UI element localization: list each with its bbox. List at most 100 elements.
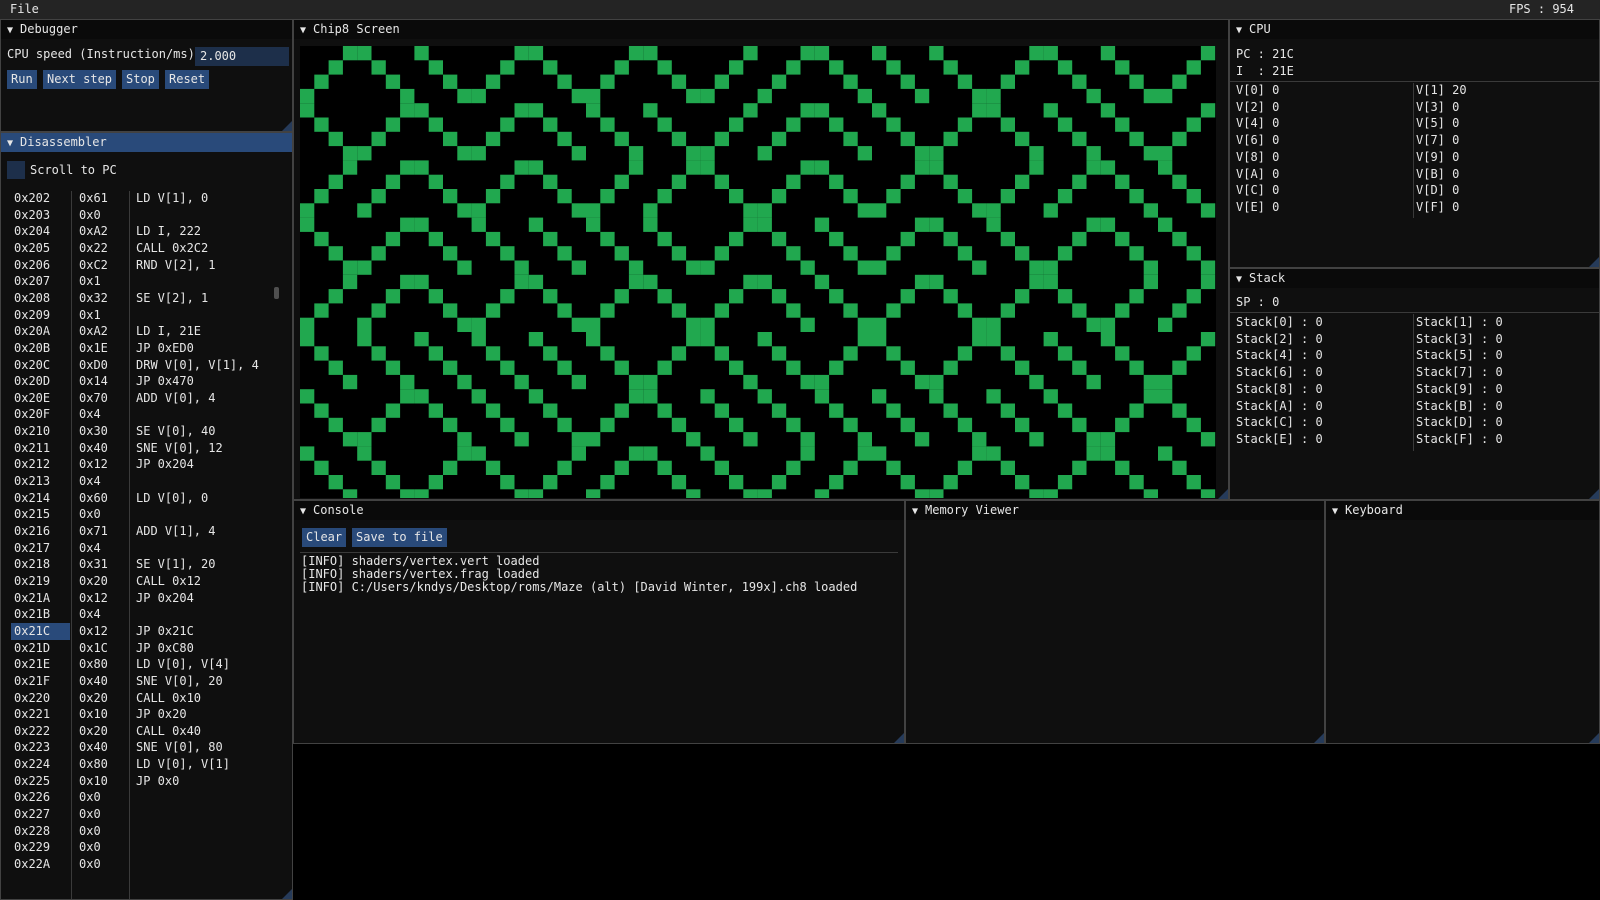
disassembly-row[interactable]: 0x208 0x32 SE V[2], 1 [1,290,291,307]
screen-pixel [914,489,930,498]
resize-grip[interactable] [1589,733,1599,743]
disassembly-row[interactable]: 0x209 0x1 [1,307,291,324]
cpu-speed-input[interactable]: 2.000 [195,47,289,66]
disassembly-row[interactable]: 0x222 0x20 CALL 0x40 [1,723,291,740]
disassembly-row[interactable]: 0x207 0x1 [1,273,291,290]
collapse-arrow-icon[interactable]: ▼ [1236,270,1249,289]
screen-pixel [857,88,872,104]
reset-button[interactable]: Reset [165,70,210,89]
screen-pixel [1029,432,1044,447]
collapse-arrow-icon[interactable]: ▼ [912,502,925,521]
collapse-arrow-icon[interactable]: ▼ [7,134,20,153]
run-button[interactable]: Run [7,70,37,89]
screen-pixel [686,489,701,498]
disassembly-row[interactable]: 0x22A 0x0 [1,856,291,873]
screen-pixel [614,360,629,375]
disassembly-row[interactable]: 0x212 0x12 JP 0x204 [1,456,291,473]
disassembly-row[interactable]: 0x206 0xC2 RND V[2], 1 [1,257,291,274]
disassembly-row[interactable]: 0x215 0x0 [1,506,291,523]
disassembly-row[interactable]: 0x216 0x71 ADD V[1], 4 [1,523,291,540]
save-to-file-button[interactable]: Save to file [352,528,447,547]
disassembly-row[interactable]: 0x20F 0x4 [1,406,291,423]
scrollbar-thumb[interactable] [274,287,279,299]
screen-pixel [500,360,515,375]
disassembly-list[interactable]: 0x202 0x61 LD V[1], 0 0x203 0x0 0x204 0xA2 LD I… [1,191,291,899]
disassembly-row[interactable]: 0x20D 0x14 JP 0x470 [1,373,291,390]
disassembly-row[interactable]: 0x203 0x0 [1,207,291,224]
file-menu[interactable]: File [10,2,39,16]
resize-grip[interactable] [1589,257,1599,267]
debugger-titlebar[interactable]: ▼ Debugger [1,20,292,39]
disassembly-row[interactable]: 0x210 0x30 SE V[0], 40 [1,423,291,440]
disassembly-row[interactable]: 0x218 0x31 SE V[1], 20 [1,556,291,573]
disassembly-row[interactable]: 0x21D 0x1C JP 0xC80 [1,640,291,657]
screen-pixel [1015,289,1030,304]
disassembly-row[interactable]: 0x227 0x0 [1,806,291,823]
screen-pixel [943,360,958,375]
disassembly-row[interactable]: 0x202 0x61 LD V[1], 0 [1,191,291,207]
disassembly-row[interactable]: 0x21B 0x4 [1,606,291,623]
disassembly-row[interactable]: 0x220 0x20 CALL 0x10 [1,690,291,707]
stack-titlebar[interactable]: ▼ Stack [1230,269,1599,288]
disassembly-row[interactable]: 0x20E 0x70 ADD V[0], 4 [1,390,291,407]
screen-pixel [557,303,572,318]
row-opcode: 0x71 [79,524,108,538]
screen-pixel [943,131,958,147]
screen-pixel [543,117,558,132]
disassembly-row[interactable]: 0x213 0x4 [1,473,291,490]
collapse-arrow-icon[interactable]: ▼ [300,21,313,40]
resize-grip[interactable] [282,121,292,131]
chip8-screen-titlebar[interactable]: ▼ Chip8 Screen [294,20,1228,39]
disassembly-row[interactable]: 0x217 0x4 [1,540,291,557]
disassembly-row[interactable]: 0x226 0x0 [1,789,291,806]
screen-pixel [657,360,672,375]
screen-pixel [1057,117,1073,132]
disassembly-row[interactable]: 0x21C 0x12 JP 0x21C [1,622,291,640]
disassembly-row[interactable]: 0x21E 0x80 LD V[0], V[4] [1,656,291,673]
screen-pixel [414,160,429,175]
screen-pixel [743,489,758,498]
scroll-to-pc-checkbox[interactable] [7,161,25,179]
memory-viewer-titlebar[interactable]: ▼ Memory Viewer [906,501,1324,520]
screen-pixel [829,403,844,418]
next-step-button[interactable]: Next step [43,70,117,89]
collapse-arrow-icon[interactable]: ▼ [1332,502,1345,521]
stop-button[interactable]: Stop [122,70,159,89]
disassembly-row[interactable]: 0x21F 0x40 SNE V[0], 20 [1,673,291,690]
disassembly-row[interactable]: 0x20C 0xD0 DRW V[0], V[1], 4 [1,357,291,374]
disassembly-row[interactable]: 0x205 0x22 CALL 0x2C2 [1,240,291,257]
collapse-arrow-icon[interactable]: ▼ [7,21,20,40]
disassembly-row[interactable]: 0x229 0x0 [1,839,291,856]
screen-pixel [328,131,343,147]
clear-button[interactable]: Clear [302,528,347,547]
resize-grip[interactable] [282,889,292,899]
disassembly-row[interactable]: 0x20A 0xA2 LD I, 21E [1,323,291,340]
screen-pixel [514,432,529,447]
disassembly-row[interactable]: 0x223 0x40 SNE V[0], 80 [1,739,291,756]
disassembly-row[interactable]: 0x228 0x0 [1,823,291,840]
disassembly-row[interactable]: 0x221 0x10 JP 0x20 [1,706,291,723]
resize-grip[interactable] [1218,489,1228,499]
disassembly-row[interactable]: 0x21A 0x12 JP 0x204 [1,590,291,607]
screen-pixel [1057,60,1073,75]
collapse-arrow-icon[interactable]: ▼ [1236,21,1249,40]
resize-grip[interactable] [1314,733,1324,743]
keyboard-titlebar[interactable]: ▼ Keyboard [1326,501,1599,520]
console-titlebar[interactable]: ▼ Console [294,501,904,520]
disassembly-row[interactable]: 0x224 0x80 LD V[0], V[1] [1,756,291,773]
resize-grip[interactable] [1589,489,1599,499]
row-address: 0x228 [14,823,51,838]
screen-pixel [543,403,558,418]
disassembly-row[interactable]: 0x20B 0x1E JP 0xED0 [1,340,291,357]
collapse-arrow-icon[interactable]: ▼ [300,502,313,521]
screen-pixel [443,303,458,318]
cpu-titlebar[interactable]: ▼ CPU [1230,20,1599,39]
disassembly-row[interactable]: 0x204 0xA2 LD I, 222 [1,223,291,240]
disassembly-row[interactable]: 0x225 0x10 JP 0x0 [1,773,291,790]
resize-grip[interactable] [894,733,904,743]
disassembly-row[interactable]: 0x211 0x40 SNE V[0], 12 [1,440,291,457]
disassembler-titlebar[interactable]: ▼ Disassembler [1,133,292,152]
disassembly-row[interactable]: 0x214 0x60 LD V[0], 0 [1,490,291,507]
disassembly-row[interactable]: 0x219 0x20 CALL 0x12 [1,573,291,590]
stack-entry: Stack[9] : 0 [1416,381,1503,396]
